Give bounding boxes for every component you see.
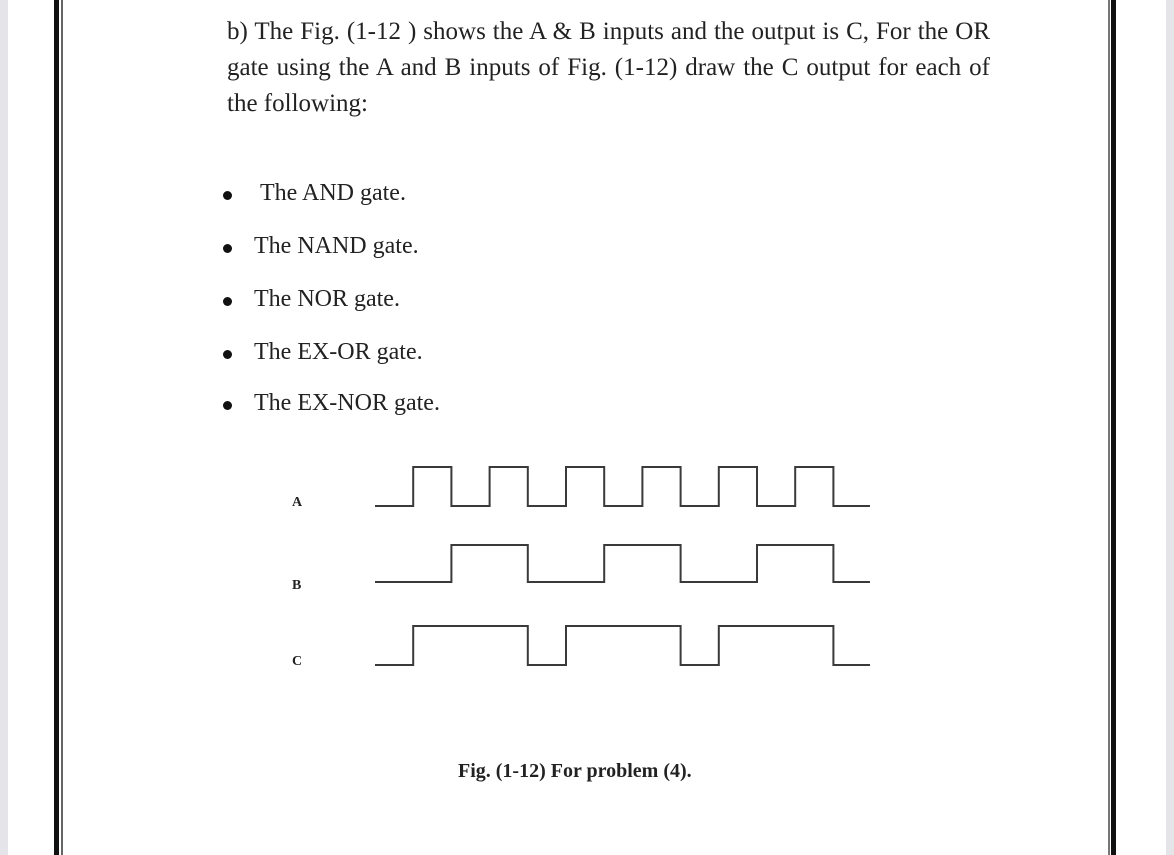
timing-diagram xyxy=(375,466,870,666)
waveform-c xyxy=(375,625,870,666)
waveform-a xyxy=(375,466,870,507)
figure-caption: Fig. (1-12) For problem (4). xyxy=(458,760,692,782)
waveform-b xyxy=(375,544,870,583)
